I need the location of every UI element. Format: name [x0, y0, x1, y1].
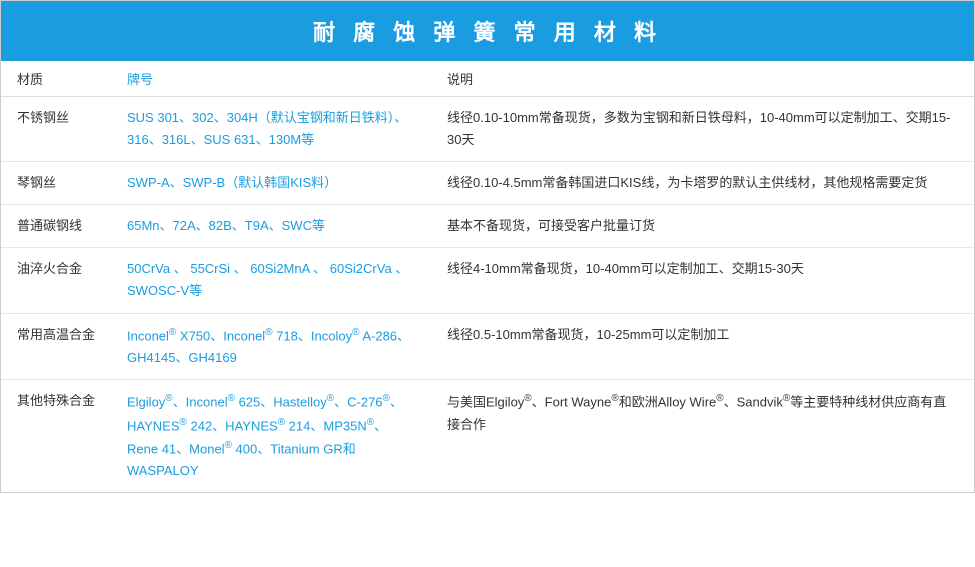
table-header-row: 材质 牌号 说明 [1, 61, 974, 97]
cell-description: 线径0.5-10mm常备现货，10-25mm可以定制加工 [431, 313, 974, 380]
table-row: 其他特殊合金Elgiloy®、Inconel® 625、Hastelloy®、C… [1, 380, 974, 493]
cell-description: 基本不备现货，可接受客户批量订货 [431, 205, 974, 248]
table-wrapper: 材质 牌号 说明 不锈钢丝SUS 301、302、304H（默认宝钢和新日铁料）… [1, 61, 974, 492]
cell-brand: Elgiloy®、Inconel® 625、Hastelloy®、C-276®、… [111, 380, 431, 493]
page-title: 耐 腐 蚀 弹 簧 常 用 材 料 [1, 1, 974, 61]
materials-table: 材质 牌号 说明 不锈钢丝SUS 301、302、304H（默认宝钢和新日铁料）… [1, 61, 974, 492]
table-row: 不锈钢丝SUS 301、302、304H（默认宝钢和新日铁料）、316、316L… [1, 97, 974, 162]
col-header-material: 材质 [1, 61, 111, 97]
cell-description: 线径4-10mm常备现货，10-40mm可以定制加工、交期15-30天 [431, 248, 974, 313]
cell-brand: SWP-A、SWP-B（默认韩国KIS料） [111, 162, 431, 205]
cell-description: 线径0.10-4.5mm常备韩国进口KIS线，为卡塔罗的默认主供线材，其他规格需… [431, 162, 974, 205]
cell-material: 琴钢丝 [1, 162, 111, 205]
cell-brand: 50CrVa 、 55CrSi 、 60Si2MnA 、 60Si2CrVa 、… [111, 248, 431, 313]
cell-description: 线径0.10-10mm常备现货，多数为宝钢和新日铁母料，10-40mm可以定制加… [431, 97, 974, 162]
cell-material: 油淬火合金 [1, 248, 111, 313]
cell-material: 不锈钢丝 [1, 97, 111, 162]
cell-material: 普通碳钢线 [1, 205, 111, 248]
main-container: 耐 腐 蚀 弹 簧 常 用 材 料 材质 牌号 说明 不锈钢丝SUS 301、3… [0, 0, 975, 493]
cell-material: 常用高温合金 [1, 313, 111, 380]
table-row: 琴钢丝SWP-A、SWP-B（默认韩国KIS料）线径0.10-4.5mm常备韩国… [1, 162, 974, 205]
table-row: 普通碳钢线65Mn、72A、82B、T9A、SWC等基本不备现货，可接受客户批量… [1, 205, 974, 248]
cell-brand: 65Mn、72A、82B、T9A、SWC等 [111, 205, 431, 248]
cell-material: 其他特殊合金 [1, 380, 111, 493]
col-header-brand: 牌号 [111, 61, 431, 97]
cell-brand: Inconel® X750、Inconel® 718、Incoloy® A-28… [111, 313, 431, 380]
table-row: 油淬火合金50CrVa 、 55CrSi 、 60Si2MnA 、 60Si2C… [1, 248, 974, 313]
col-header-description: 说明 [431, 61, 974, 97]
table-row: 常用高温合金Inconel® X750、Inconel® 718、Incoloy… [1, 313, 974, 380]
cell-description: 与美国Elgiloy®、Fort Wayne®和欧洲Alloy Wire®、Sa… [431, 380, 974, 493]
cell-brand: SUS 301、302、304H（默认宝钢和新日铁料）、316、316L、SUS… [111, 97, 431, 162]
